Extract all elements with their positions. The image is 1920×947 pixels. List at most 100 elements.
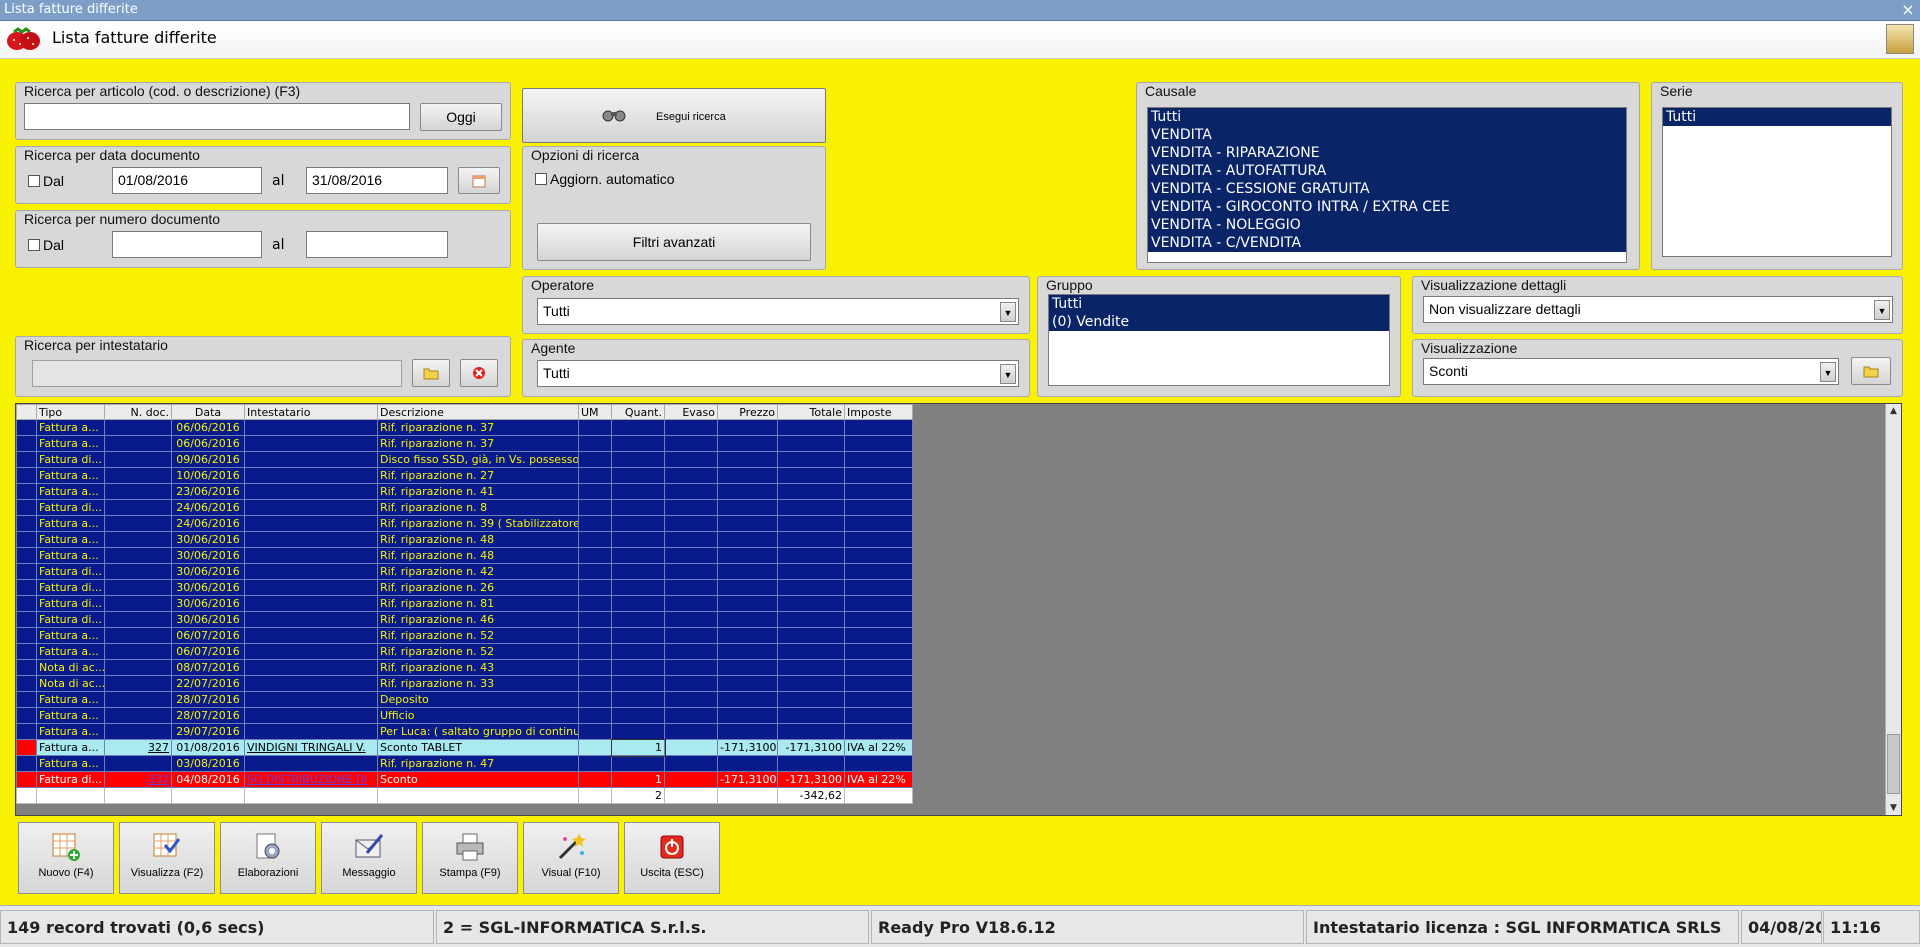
- clear-icon[interactable]: [460, 359, 498, 387]
- toolbar-button-4[interactable]: Messaggio: [321, 822, 417, 894]
- chevron-down-icon[interactable]: ▼: [1820, 362, 1836, 382]
- execute-search-button[interactable]: Esegui ricerca: [522, 88, 826, 143]
- table-cell: 06/06/2016: [171, 419, 245, 436]
- table-row[interactable]: Fattura di... 09/06/2016 Disco fisso SSD, …: [16, 451, 913, 468]
- table-row[interactable]: Nota di ac... 22/07/2016 Rif. riparazione …: [16, 675, 913, 692]
- table-cell: -342,62: [777, 787, 845, 804]
- chevron-down-icon[interactable]: ▼: [1000, 364, 1016, 384]
- folder-icon[interactable]: [412, 359, 450, 387]
- table-row[interactable]: Fattura a... 29/07/2016 Per Luca: ( saltat…: [16, 723, 913, 740]
- number-from-input[interactable]: [112, 231, 262, 258]
- table-cell: [664, 739, 718, 756]
- table-row[interactable]: Fattura di... 30/06/2016 Rif. riparazione …: [16, 611, 913, 628]
- today-button[interactable]: Oggi: [420, 103, 502, 131]
- table-cell: [844, 643, 913, 660]
- view-select[interactable]: Sconti ▼: [1423, 358, 1839, 385]
- table-cell: Nota di ac...: [36, 675, 105, 692]
- table-row[interactable]: Fattura di... 24/06/2016 Rif. riparazione …: [16, 499, 913, 516]
- date-from-checkbox[interactable]: Dal: [28, 173, 64, 189]
- holder-search-input[interactable]: [32, 360, 402, 387]
- list-item[interactable]: VENDITA - GIROCONTO INTRA / EXTRA CEE: [1148, 198, 1626, 216]
- auto-update-checkbox[interactable]: Aggiorn. automatico: [535, 171, 675, 187]
- table-row[interactable]: Fattura a... 30/06/2016 Rif. riparazione n…: [16, 531, 913, 548]
- table-row[interactable]: Fattura a... 327 01/08/2016 VINDIGNI TRINGA…: [16, 738, 913, 757]
- table-row[interactable]: Fattura a... 10/06/2016 Rif. riparazione n…: [16, 467, 913, 484]
- column-header[interactable]: Data: [171, 404, 245, 420]
- list-item[interactable]: (0) Vendite: [1049, 313, 1389, 331]
- table-row[interactable]: Nota di ac... 08/07/2016 Rif. riparazione …: [16, 659, 913, 676]
- row-indicator: [16, 499, 37, 516]
- number-from-checkbox[interactable]: Dal: [28, 237, 64, 253]
- table-row[interactable]: Fattura a... 28/07/2016 Ufficio: [16, 707, 913, 724]
- row-indicator: [16, 707, 37, 724]
- totals-row[interactable]: 2 -342,62: [16, 787, 913, 804]
- calendar-icon[interactable]: [458, 167, 500, 194]
- folder-icon[interactable]: [1851, 357, 1891, 385]
- list-item[interactable]: VENDITA - CESSIONE GRATUITA: [1148, 180, 1626, 198]
- agent-select[interactable]: Tutti ▼: [537, 360, 1019, 387]
- list-item[interactable]: VENDITA - RIPARAZIONE: [1148, 144, 1626, 162]
- table-row[interactable]: Fattura a... 28/07/2016 Deposito: [16, 691, 913, 708]
- table-row[interactable]: Fattura di... 30/06/2016 Rif. riparazione …: [16, 595, 913, 612]
- table-row[interactable]: Fattura di... 332 04/08/2016 SG DISTRIBUZIO…: [16, 771, 913, 788]
- list-item[interactable]: VENDITA - C/VENDITA: [1148, 234, 1626, 252]
- column-header[interactable]: Quant.: [611, 404, 665, 420]
- user-profile-icon[interactable]: [1886, 24, 1914, 54]
- date-from-input[interactable]: 01/08/2016: [112, 167, 262, 194]
- date-to-input[interactable]: 31/08/2016: [306, 167, 448, 194]
- list-item[interactable]: VENDITA: [1148, 126, 1626, 144]
- causale-list[interactable]: Tutti VENDITA VENDITA - RIPARAZIONE VENDITA…: [1147, 107, 1627, 263]
- table-row[interactable]: Fattura a... 06/07/2016 Rif. riparazione n…: [16, 643, 913, 660]
- column-header[interactable]: Imposte: [844, 404, 913, 420]
- column-header[interactable]: UM: [578, 404, 612, 420]
- table-row[interactable]: Fattura a... 30/06/2016 Rif. riparazione n…: [16, 547, 913, 564]
- table-cell: Rif. riparazione n. 26: [377, 579, 579, 596]
- table-cell: [578, 723, 612, 740]
- toolbar-button-6[interactable]: Visual (F10): [523, 822, 619, 894]
- number-to-input[interactable]: [306, 231, 448, 258]
- list-item[interactable]: Tutti: [1663, 108, 1891, 126]
- list-item[interactable]: VENDITA - NOLEGGIO: [1148, 216, 1626, 234]
- table-row[interactable]: Fattura a... 24/06/2016 Rif. riparazione n…: [16, 515, 913, 532]
- column-header[interactable]: Tipo: [36, 404, 105, 420]
- column-header[interactable]: Descrizione: [377, 404, 579, 420]
- serie-list[interactable]: Tutti: [1662, 107, 1892, 257]
- list-item[interactable]: VENDITA - AUTOFATTURA: [1148, 162, 1626, 180]
- list-item[interactable]: Tutti: [1049, 295, 1389, 313]
- table-row[interactable]: Fattura a... 06/06/2016 Rif. riparazione n…: [16, 419, 913, 436]
- scrollbar-thumb[interactable]: [1887, 734, 1900, 794]
- toolbar-button-1[interactable]: Nuovo (F4): [18, 822, 114, 894]
- toolbar-button-3[interactable]: Elaborazioni: [220, 822, 316, 894]
- scroll-up-icon[interactable]: ▲: [1886, 404, 1901, 418]
- toolbar-button-5[interactable]: Stampa (F9): [422, 822, 518, 894]
- table-row[interactable]: Fattura di... 30/06/2016 Rif. riparazione …: [16, 563, 913, 580]
- table-row[interactable]: Fattura di... 30/06/2016 Rif. riparazione …: [16, 579, 913, 596]
- advanced-filters-button[interactable]: Filtri avanzati: [537, 223, 811, 261]
- table-row[interactable]: Fattura a... 06/06/2016 Rif. riparazione n…: [16, 435, 913, 452]
- list-item[interactable]: Tutti: [1148, 108, 1626, 126]
- vertical-scrollbar[interactable]: ▲ ▼: [1885, 404, 1901, 815]
- details-view-select[interactable]: Non visualizzare dettagli ▼: [1423, 296, 1893, 323]
- table-cell: Rif. riparazione n. 42: [377, 563, 579, 580]
- column-header[interactable]: [16, 404, 37, 420]
- column-header[interactable]: Totale: [777, 404, 845, 420]
- table-cell: [104, 499, 172, 516]
- table-cell: Fattura a...: [36, 419, 105, 436]
- table-cell: 09/06/2016: [171, 451, 245, 468]
- chevron-down-icon[interactable]: ▼: [1000, 302, 1016, 322]
- table-row[interactable]: Fattura a... 23/06/2016 Rif. riparazione n…: [16, 483, 913, 500]
- column-header[interactable]: Prezzo: [717, 404, 778, 420]
- scroll-down-icon[interactable]: ▼: [1886, 801, 1901, 815]
- chevron-down-icon[interactable]: ▼: [1874, 300, 1890, 320]
- article-search-input[interactable]: [24, 103, 410, 130]
- table-row[interactable]: Fattura a... 06/07/2016 Rif. riparazione n…: [16, 627, 913, 644]
- table-row[interactable]: Fattura a... 03/08/2016 Rif. riparazione n…: [16, 755, 913, 772]
- column-header[interactable]: Intestatario: [244, 404, 378, 420]
- column-header[interactable]: N. doc.: [104, 404, 172, 420]
- close-icon[interactable]: ×: [1900, 0, 1916, 20]
- operator-select[interactable]: Tutti ▼: [537, 298, 1019, 325]
- toolbar-button-2[interactable]: Visualizza (F2): [119, 822, 215, 894]
- group-list[interactable]: Tutti (0) Vendite: [1048, 294, 1390, 386]
- toolbar-button-7[interactable]: Uscita (ESC): [624, 822, 720, 894]
- column-header[interactable]: Evaso: [664, 404, 718, 420]
